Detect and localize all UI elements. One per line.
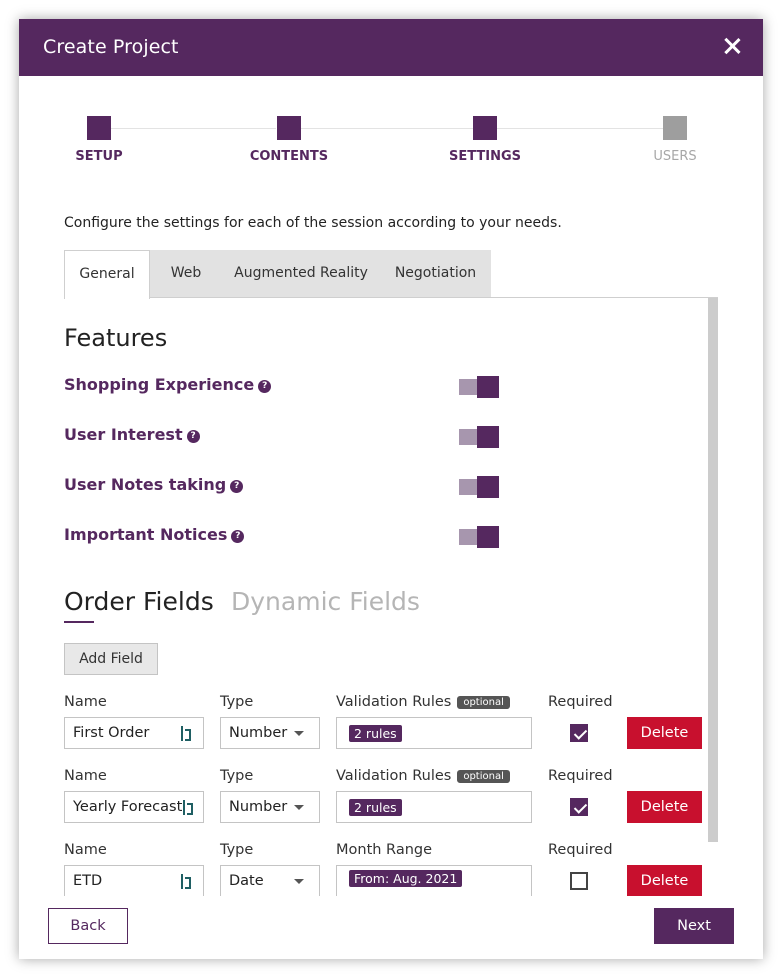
month-range-chip[interactable]: From: Aug. 2021: [349, 870, 463, 887]
validation-rules-input[interactable]: 2 rules: [336, 717, 532, 749]
type-label: Type: [220, 694, 254, 710]
rules-chip[interactable]: 2 rules: [349, 725, 402, 742]
features-title: Features: [64, 324, 168, 352]
step-marker: [87, 116, 111, 140]
name-input[interactable]: First Order: [64, 717, 204, 749]
feature-toggle[interactable]: [459, 426, 499, 448]
feature-label: User Interest?: [64, 425, 200, 444]
required-label: Required: [548, 768, 613, 784]
feature-toggle[interactable]: [459, 526, 499, 548]
optional-badge: optional: [457, 696, 510, 709]
help-icon[interactable]: ?: [258, 380, 272, 393]
required-label: Required: [548, 842, 613, 858]
month-range-label: Month Range: [336, 842, 433, 858]
step-marker: [663, 116, 687, 140]
help-icon[interactable]: ?: [230, 480, 244, 493]
tab-order-fields[interactable]: Order Fields: [64, 587, 214, 616]
add-field-button[interactable]: Add Field: [64, 643, 158, 675]
feature-label: Shopping Experience?: [64, 375, 272, 394]
required-checkbox[interactable]: [570, 724, 588, 742]
step-label: SETUP: [75, 149, 123, 164]
name-label: Name: [64, 694, 107, 710]
feature-label: User Notes taking?: [64, 475, 244, 494]
name-label: Name: [64, 768, 107, 784]
tab-general[interactable]: General: [64, 250, 150, 299]
chevron-down-icon: [294, 805, 304, 810]
validation-rules-label: Validation Rules optional: [336, 768, 510, 784]
modal-footer: Back Next: [19, 896, 763, 959]
step-marker: [473, 116, 497, 140]
tab-negotiation[interactable]: Negotiation: [380, 250, 491, 298]
name-label: Name: [64, 842, 107, 858]
tab-web[interactable]: Web: [150, 250, 222, 298]
chevron-down-icon: [294, 879, 304, 884]
lastpass-icon[interactable]: [181, 874, 191, 889]
delete-button[interactable]: Delete: [627, 717, 702, 749]
feature-toggle[interactable]: [459, 476, 499, 498]
modal-header: Create Project: [19, 19, 763, 76]
close-icon[interactable]: [721, 35, 743, 57]
lastpass-icon[interactable]: [183, 800, 193, 815]
name-input[interactable]: ETD: [64, 865, 204, 897]
lastpass-icon[interactable]: [181, 726, 191, 741]
feature-user-notes-taking: User Notes taking?: [64, 475, 504, 499]
feature-user-interest: User Interest?: [64, 425, 504, 449]
chevron-down-icon: [294, 731, 304, 736]
step-connector: [497, 128, 663, 129]
optional-badge: optional: [457, 770, 510, 783]
type-label: Type: [220, 768, 254, 784]
delete-button[interactable]: Delete: [627, 865, 702, 897]
month-range-input[interactable]: From: Aug. 2021: [336, 865, 532, 897]
modal-title: Create Project: [43, 36, 179, 58]
type-select[interactable]: Number: [220, 791, 320, 823]
type-select[interactable]: Number: [220, 717, 320, 749]
settings-tabs: General Web Augmented Reality Negotiatio…: [64, 250, 491, 299]
required-checkbox[interactable]: [570, 798, 588, 816]
tab-dynamic-fields[interactable]: Dynamic Fields: [231, 587, 420, 616]
validation-rules-input[interactable]: 2 rules: [336, 791, 532, 823]
tab-panel-border: [149, 297, 718, 298]
feature-label: Important Notices?: [64, 525, 245, 544]
name-input[interactable]: Yearly Forecast: [64, 791, 204, 823]
help-icon[interactable]: ?: [231, 530, 245, 543]
help-icon[interactable]: ?: [186, 430, 200, 443]
type-select[interactable]: Date: [220, 865, 320, 897]
next-button[interactable]: Next: [654, 908, 734, 944]
scrollbar[interactable]: [708, 298, 718, 842]
create-project-modal: Create Project SETUP CONTENTS SETTINGS U…: [19, 19, 763, 959]
validation-rules-label: Validation Rules optional: [336, 694, 510, 710]
intro-text: Configure the settings for each of the s…: [64, 215, 562, 231]
step-connector: [301, 128, 473, 129]
feature-shopping-experience: Shopping Experience?: [64, 375, 504, 399]
required-checkbox[interactable]: [570, 872, 588, 890]
feature-toggle[interactable]: [459, 376, 499, 398]
step-label: SETTINGS: [448, 149, 522, 164]
delete-button[interactable]: Delete: [627, 791, 702, 823]
step-label: USERS: [653, 149, 697, 164]
feature-important-notices: Important Notices?: [64, 525, 504, 549]
required-label: Required: [548, 694, 613, 710]
tab-augmented-reality[interactable]: Augmented Reality: [222, 250, 380, 298]
step-label: CONTENTS: [249, 149, 329, 164]
back-button[interactable]: Back: [48, 908, 128, 944]
step-marker: [277, 116, 301, 140]
type-label: Type: [220, 842, 254, 858]
active-tab-underline: [64, 621, 94, 623]
rules-chip[interactable]: 2 rules: [349, 799, 402, 816]
step-connector: [111, 128, 276, 129]
